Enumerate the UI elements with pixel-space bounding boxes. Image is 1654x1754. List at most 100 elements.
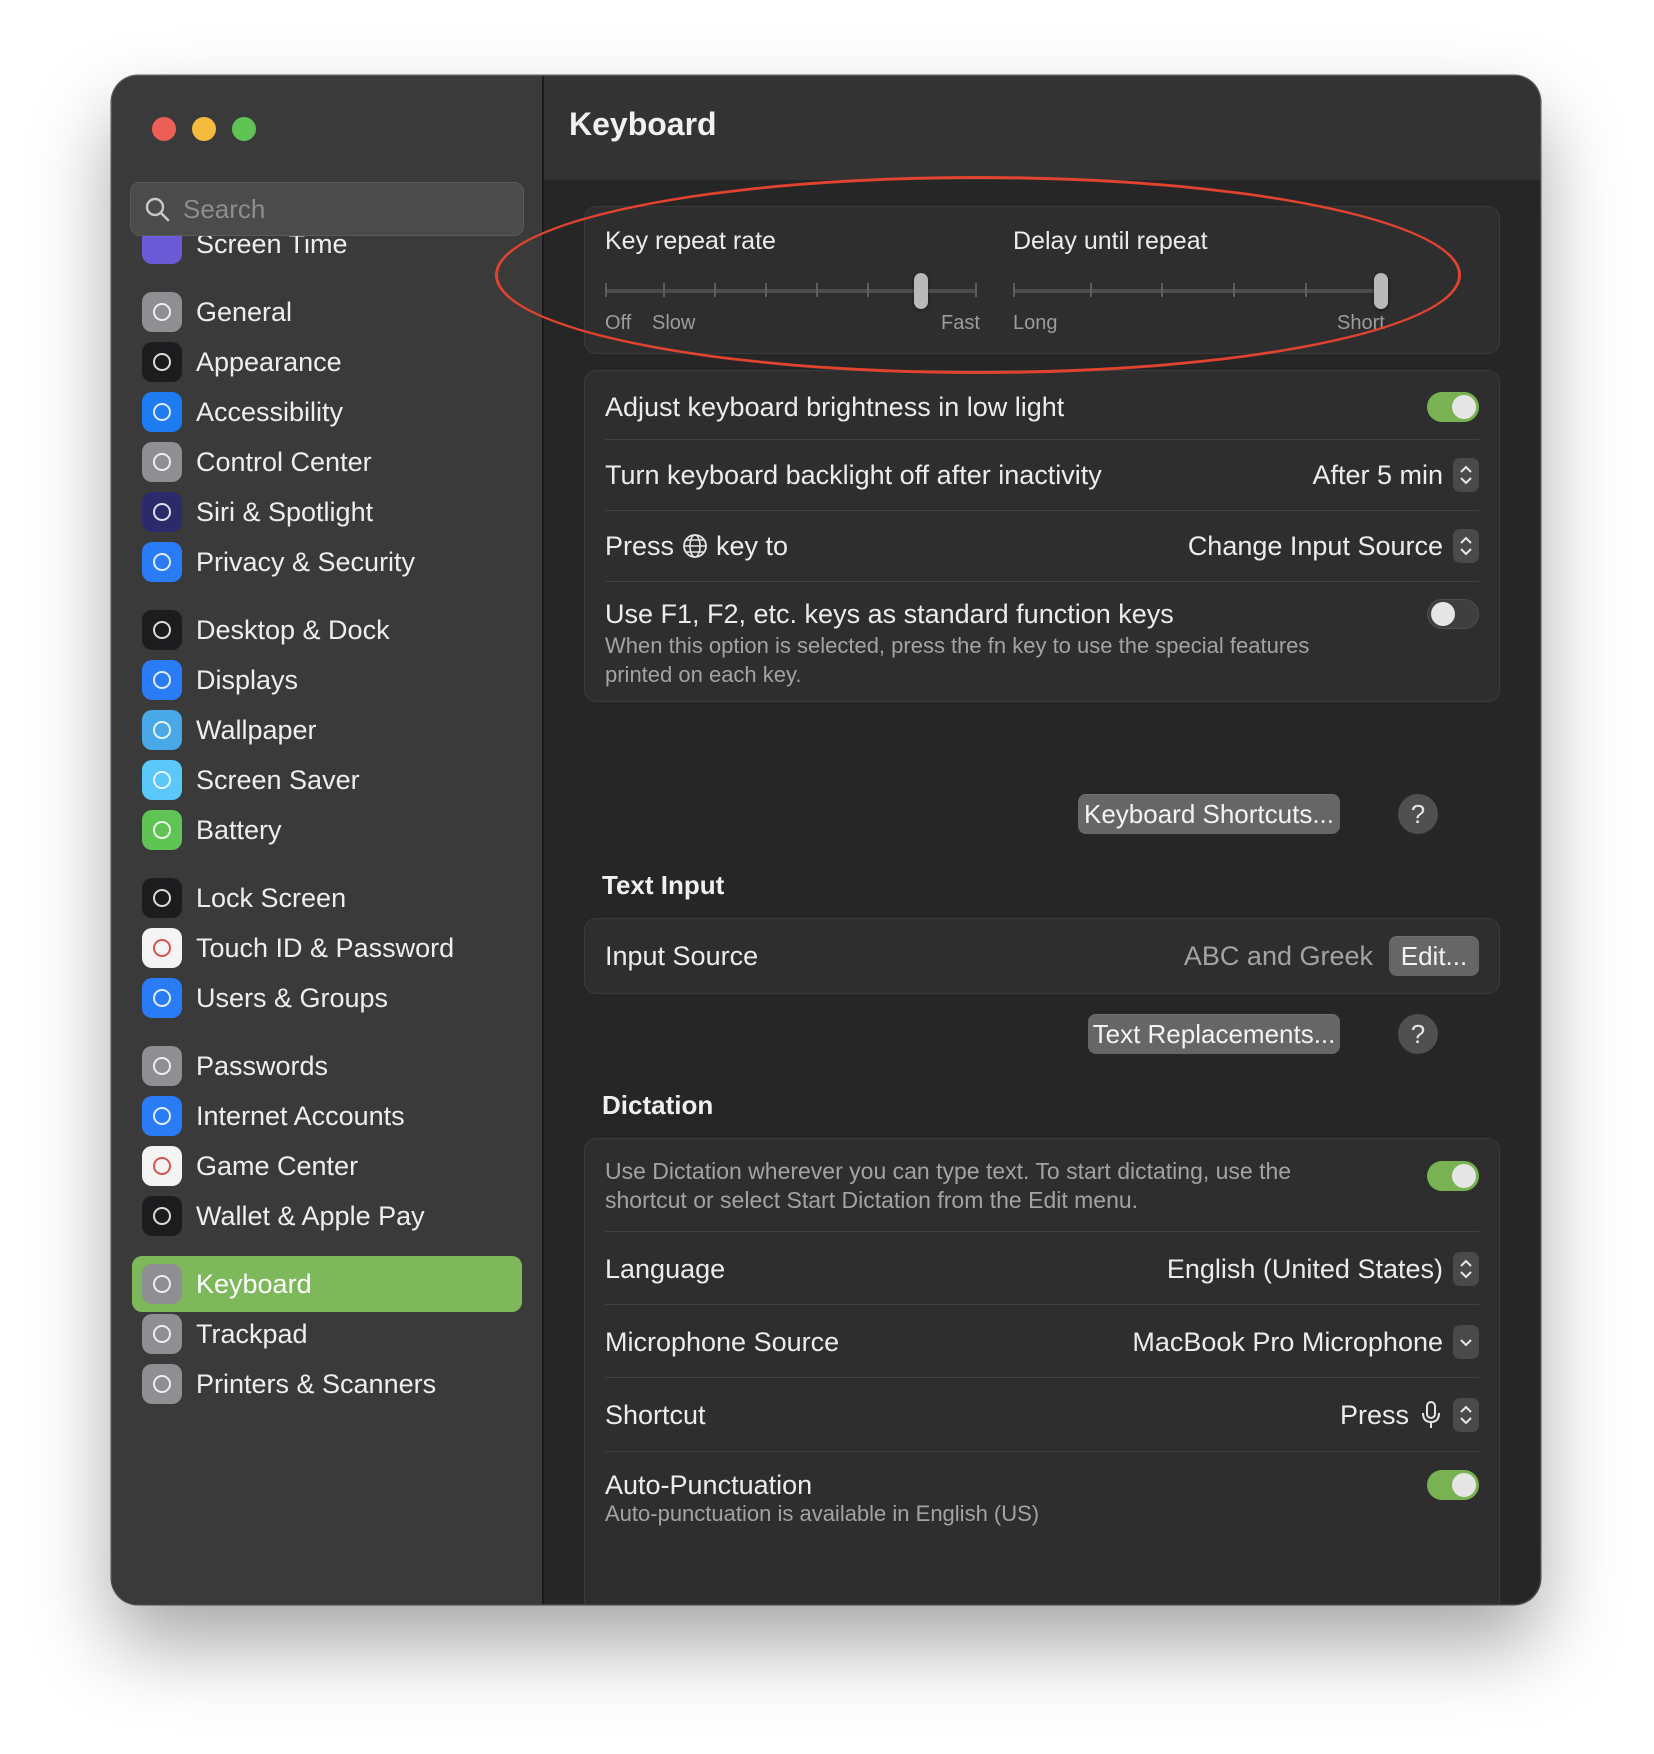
input-source-controls: ABC and Greek Edit... [1184,936,1479,976]
sidebar-item-label: Screen Saver [196,764,360,795]
delay-slider[interactable] [1013,289,1381,293]
sidebar-item-label: Touch ID & Password [196,932,455,963]
dictation-heading: Dictation [602,1090,714,1120]
at-icon [142,1096,182,1136]
sidebar-item-label: Control Center [196,446,372,477]
sidebar-item-desktop-dock[interactable]: Desktop & Dock [132,602,522,658]
sidebar-item-label: Internet Accounts [196,1100,405,1131]
delay-thumb[interactable] [1374,273,1388,309]
sidebar-item-game-center[interactable]: Game Center [132,1138,522,1194]
globe-key-popup[interactable]: Change Input Source [1188,529,1479,563]
brightness-label: Adjust keyboard brightness in low light [605,391,1065,422]
title-bar: Keyboard [544,76,1540,180]
dictation-toggle[interactable] [1427,1161,1479,1191]
wallet-icon [142,1196,182,1236]
control-center-icon [142,442,182,482]
sidebar-item-lock-screen[interactable]: Lock Screen [132,870,522,926]
users-icon [142,978,182,1018]
sidebar-item-wallpaper[interactable]: Wallpaper [132,702,522,758]
language-label: Language [605,1253,726,1284]
keyboard-shortcuts-button[interactable]: Keyboard Shortcuts... [1078,794,1340,834]
microphone-label: Microphone Source [605,1326,840,1357]
keyboard-options-card: Adjust keyboard brightness in low light … [584,370,1500,702]
sidebar-item-privacy-security[interactable]: Privacy & Security [132,534,522,590]
sidebar-item-printers-scanners[interactable]: Printers & Scanners [132,1356,522,1412]
sidebar-item-accessibility[interactable]: Accessibility [132,384,522,440]
autopunct-label: Auto-Punctuation [605,1469,813,1500]
flower-icon [142,710,182,750]
help-button[interactable]: ? [1398,794,1438,834]
sidebar-item-internet-accounts[interactable]: Internet Accounts [132,1088,522,1144]
moon-icon [142,760,182,800]
microphone-icon [1422,1401,1440,1428]
sidebar-item-keyboard[interactable]: Keyboard [132,1256,522,1312]
sidebar-item-users-groups[interactable]: Users & Groups [132,970,522,1026]
close-window-button[interactable] [152,117,176,141]
chevron-down-icon [1453,1325,1479,1359]
delay-title: Delay until repeat [1013,227,1208,255]
divider [605,510,1479,511]
microphone-popup[interactable]: MacBook Pro Microphone [1132,1325,1479,1359]
language-row: Language English (United States) [605,1249,1479,1289]
help-button[interactable]: ? [1398,1014,1438,1054]
text-replacements-button[interactable]: Text Replacements... [1088,1014,1340,1054]
sidebar-item-wallet-apple-pay[interactable]: Wallet & Apple Pay [132,1188,522,1244]
slider-fast-label: Fast [941,312,980,334]
sidebar-item-screen-saver[interactable]: Screen Saver [132,752,522,808]
minimize-window-button[interactable] [192,117,216,141]
sidebar-item-label: Privacy & Security [196,546,416,577]
sidebar-item-battery[interactable]: Battery [132,802,522,858]
sidebar-item-label: Keyboard [196,1268,312,1299]
slider-slow-label: Slow [652,312,696,334]
sidebar-item-trackpad[interactable]: Trackpad [132,1306,522,1362]
sidebar-item-label: Passwords [196,1050,329,1081]
shortcut-popup[interactable]: Press [1340,1398,1479,1432]
slider-tick [605,283,607,297]
search-input[interactable] [181,192,485,226]
sidebar-item-control-center[interactable]: Control Center [132,434,522,490]
keyboard-icon [142,1264,182,1304]
lock-screen-icon [142,878,182,918]
zoom-window-button[interactable] [232,117,256,141]
language-popup[interactable]: English (United States) [1167,1252,1479,1286]
sidebar-item-siri-spotlight[interactable]: Siri & Spotlight [132,484,522,540]
fn-keys-row: Use F1, F2, etc. keys as standard functi… [605,599,1479,635]
language-value: English (United States) [1166,1253,1443,1284]
sidebar-item-label: Wallet & Apple Pay [196,1200,425,1231]
slider-long-label: Long [1013,312,1058,334]
sidebar-item-label: Wallpaper [196,714,317,745]
microphone-value: MacBook Pro Microphone [1132,1326,1443,1357]
autopunct-toggle[interactable] [1427,1470,1479,1500]
backlight-label: Turn keyboard backlight off after inacti… [605,459,1102,490]
input-source-label: Input Source [605,940,759,971]
slider-off-label: Off [605,312,632,334]
microphone-row: Microphone Source MacBook Pro Microphone [605,1322,1479,1362]
brightness-toggle[interactable] [1427,392,1479,422]
edit-input-source-button[interactable]: Edit... [1389,936,1479,976]
sun-icon [142,660,182,700]
dictation-card: Use Dictation wherever you can type text… [584,1138,1500,1604]
fn-keys-toggle[interactable] [1427,599,1479,629]
backlight-popup[interactable]: After 5 min [1312,458,1479,492]
slider-tick [1090,283,1092,297]
key-repeat-thumb[interactable] [914,273,929,309]
sidebar-item-label: Appearance [196,346,342,377]
sidebar-item-appearance[interactable]: Appearance [132,334,522,390]
backlight-value: After 5 min [1312,459,1443,490]
sidebar-item-label: Game Center [196,1150,359,1181]
search-field[interactable] [130,182,524,236]
sidebar-item-touch-id-password[interactable]: Touch ID & Password [132,920,522,976]
sidebar-item-displays[interactable]: Displays [132,652,522,708]
sidebar-item-general[interactable]: General [132,284,522,340]
dictation-description: Use Dictation wherever you can type text… [605,1158,1292,1213]
updown-chevron-icon [1453,458,1479,492]
sidebar-item-passwords[interactable]: Passwords [132,1038,522,1094]
slider-tick [1305,283,1307,297]
siri-icon [142,492,182,532]
key-to-text: key to [716,530,789,561]
backlight-row: Turn keyboard backlight off after inacti… [605,455,1479,495]
slider-tick [765,283,767,297]
dock-icon [142,610,182,650]
text-input-card: Input Source ABC and Greek Edit... [584,918,1500,994]
divider [605,1451,1479,1452]
